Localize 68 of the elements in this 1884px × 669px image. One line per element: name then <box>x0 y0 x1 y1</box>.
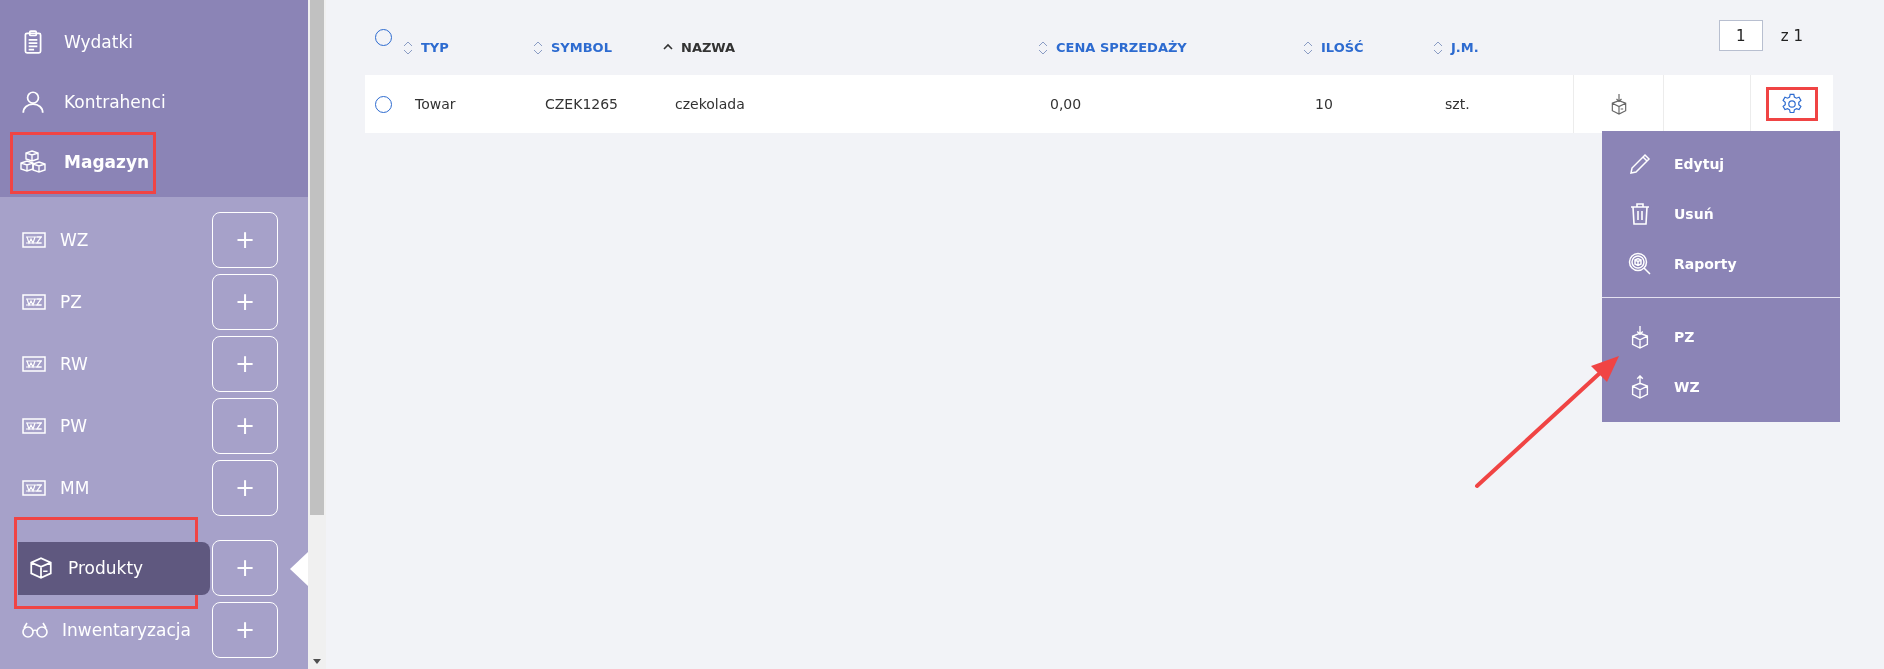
table-cell-text: Towar <box>415 96 457 112</box>
sidebar-item[interactable]: Wydatki <box>0 12 143 72</box>
sort-icon[interactable] <box>403 40 413 55</box>
table-cell-text: 10 <box>1315 96 1334 112</box>
sidebar-item[interactable]: WZ <box>18 213 210 267</box>
sidebar-item-label: MM <box>60 478 90 498</box>
sidebar-item[interactable]: PW <box>18 399 210 453</box>
boxes-icon <box>20 149 46 175</box>
column-header[interactable]: SYMBOL <box>551 40 612 55</box>
document-type-icon <box>22 479 46 497</box>
magnifier-box-icon <box>1628 252 1652 276</box>
settings-button[interactable] <box>1766 87 1818 121</box>
menu-item[interactable]: PZ <box>1602 312 1840 362</box>
menu-item[interactable]: Raporty <box>1602 239 1840 289</box>
table-cell-text: 0,00 <box>1050 96 1083 112</box>
sort-icon[interactable] <box>533 40 543 55</box>
column-header[interactable]: J.M. <box>1451 40 1479 55</box>
sidebar-item-label: Magazyn <box>64 152 150 172</box>
add-button[interactable]: + <box>212 602 278 658</box>
sort-icon[interactable] <box>1303 40 1313 55</box>
sidebar-item-label: Produkty <box>68 558 144 578</box>
table-cell-text: szt. <box>1445 96 1471 112</box>
table-cell-text: CZEK1265 <box>545 96 620 112</box>
scrollbar-thumb[interactable] <box>310 0 324 515</box>
add-button[interactable]: + <box>212 540 278 596</box>
menu-item[interactable]: Usuń <box>1602 189 1840 239</box>
trash-icon <box>1628 202 1652 226</box>
person-icon <box>20 89 46 115</box>
sidebar-item-label: Kontrahenci <box>64 92 166 112</box>
column-header[interactable]: TYP <box>421 40 449 55</box>
page-total: z 1 <box>1780 26 1803 45</box>
table-cell-text: czekolada <box>675 96 746 112</box>
document-type-icon <box>22 355 46 373</box>
sidebar-item-label: PZ <box>60 292 82 312</box>
column-header[interactable]: CENA SPRZEDAŻY <box>1056 40 1187 55</box>
sort-icon[interactable] <box>1433 40 1443 55</box>
sort-icon[interactable] <box>1038 40 1048 55</box>
scrollbar[interactable] <box>308 0 326 669</box>
sidebar-item-label: Wydatki <box>64 32 133 52</box>
document-type-icon <box>22 293 46 311</box>
column-header[interactable]: NAZWA <box>681 40 736 55</box>
sidebar-item[interactable]: MM <box>18 461 210 515</box>
sidebar-item-label: PW <box>60 416 88 436</box>
sidebar-item-label: RW <box>60 354 88 374</box>
table-row[interactable]: Towar CZEK1265 czekolada 0,00 10 szt. <box>365 75 1833 133</box>
document-type-icon <box>22 231 46 249</box>
add-button[interactable]: + <box>212 336 278 392</box>
column-header[interactable]: ILOŚĆ <box>1321 40 1364 55</box>
scroll-down-icon[interactable] <box>313 659 321 664</box>
sidebar-item[interactable]: Produkty <box>18 541 210 595</box>
menu-item[interactable]: WZ <box>1602 362 1840 412</box>
page-number-field[interactable]: 1 <box>1718 20 1763 51</box>
document-type-icon <box>22 417 46 435</box>
gear-icon <box>1781 93 1803 115</box>
add-button[interactable]: + <box>212 460 278 516</box>
box-icon <box>28 555 54 581</box>
sidebar-item[interactable]: Inwentaryzacja <box>18 603 210 657</box>
add-button[interactable]: + <box>212 398 278 454</box>
sidebar-item-label: Inwentaryzacja <box>62 620 191 640</box>
menu-item[interactable]: Edytuj <box>1602 139 1840 189</box>
sidebar-item[interactable]: PZ <box>18 275 210 329</box>
sidebar-item-label: WZ <box>60 230 89 250</box>
sidebar-item[interactable]: Magazyn <box>0 132 160 192</box>
add-button[interactable]: + <box>212 274 278 330</box>
add-button[interactable]: + <box>212 212 278 268</box>
sidebar-item[interactable]: Kontrahenci <box>0 72 176 132</box>
sidebar-item[interactable]: RW <box>18 337 210 391</box>
pencil-icon <box>1628 152 1652 176</box>
